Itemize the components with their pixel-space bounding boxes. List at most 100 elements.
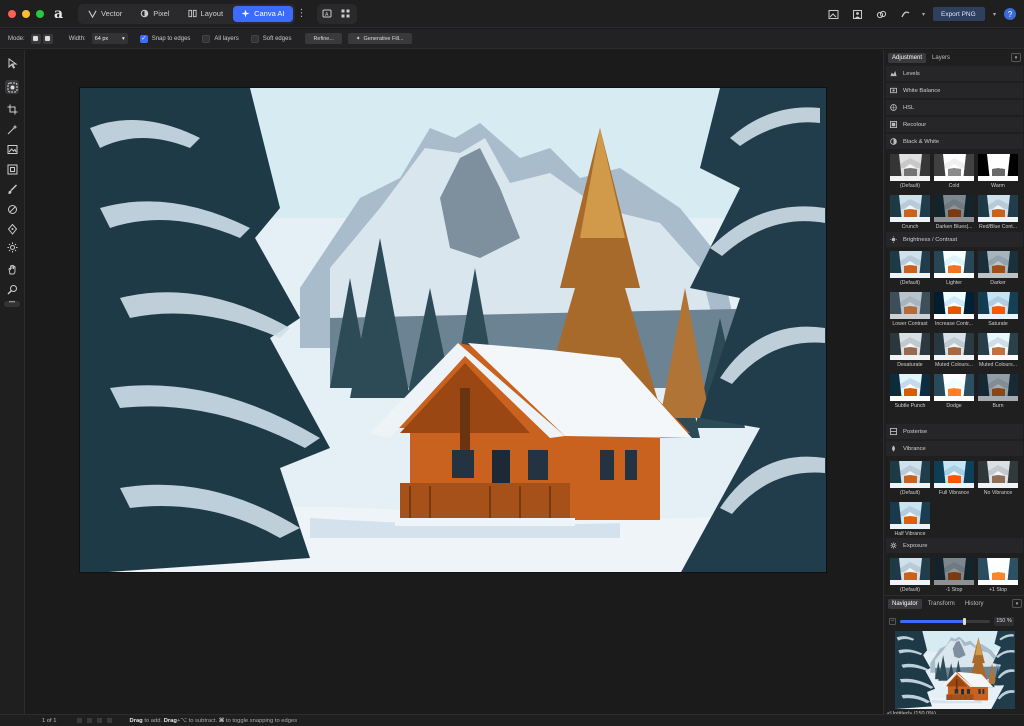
chevron-down-icon[interactable]: ▾ [922, 11, 925, 18]
levels-icon [890, 70, 897, 77]
persona-pixel-button[interactable]: Pixel [132, 6, 177, 22]
adjustment-hsl[interactable]: HSL [886, 100, 1023, 115]
preset-tile[interactable]: Muted Colours... [934, 333, 974, 368]
all-layers-checkbox[interactable]: All layers [202, 34, 239, 43]
mode-new-selection-icon[interactable] [30, 33, 41, 44]
settings-gear-tool-icon[interactable] [5, 240, 19, 254]
adjustment-exposure[interactable]: Exposure [886, 538, 1023, 553]
app-logo-icon[interactable]: a [54, 7, 68, 21]
zoom-slider-handle[interactable] [962, 617, 966, 625]
adjustment-levels[interactable]: Levels [886, 66, 1023, 81]
portrait-icon[interactable] [850, 6, 866, 22]
preset-tile[interactable]: Darken Blues|... [934, 195, 974, 230]
tab-history[interactable]: History [961, 599, 988, 609]
page-nav [76, 718, 112, 723]
adjustment-recolour[interactable]: Recolour [886, 117, 1023, 132]
adjustment-brightness-contrast[interactable]: Brightness / Contrast [886, 232, 1023, 247]
generative-fill-button[interactable]: ✦ Generative Fill... [347, 33, 412, 44]
first-page-icon[interactable] [76, 718, 82, 723]
navigator-thumbnail[interactable] [895, 631, 1015, 709]
zoom-window-button[interactable] [36, 9, 44, 18]
hand-tool-icon[interactable] [5, 262, 19, 276]
preset-tile[interactable]: (Default) [890, 461, 930, 496]
preset-tile[interactable]: Lighter [934, 251, 974, 286]
width-input[interactable]: 64 px ▾ [91, 33, 128, 44]
selection-brush-tool-icon[interactable] [5, 80, 19, 94]
refine-button[interactable]: Refine... [305, 33, 342, 44]
mode-add-selection-icon[interactable] [42, 33, 53, 44]
export-options-chevron-icon[interactable]: ▾ [993, 11, 996, 18]
preset-thumbnail [934, 251, 974, 278]
preset-tile[interactable]: Lower Contrast [890, 292, 930, 327]
close-window-button[interactable] [8, 9, 16, 18]
soft-edges-checkbox[interactable]: Soft edges [250, 34, 291, 43]
brush-tool-icon[interactable] [5, 182, 19, 196]
zoom-value[interactable]: 150 % [994, 616, 1014, 626]
document-canvas[interactable] [26, 50, 882, 714]
preset-tile[interactable]: Burn [978, 374, 1018, 409]
grid-snap-icon[interactable] [339, 7, 353, 21]
more-menu-icon[interactable]: ⋮ [297, 8, 307, 19]
zoom-slider[interactable] [900, 617, 990, 625]
next-page-icon[interactable] [96, 718, 102, 723]
preset-tile[interactable]: Increase Contr... [934, 292, 974, 327]
preset-tile[interactable]: Crunch [890, 195, 930, 230]
preset-tile[interactable]: Cold [934, 154, 974, 189]
preset-tile[interactable]: Desaturate [890, 333, 930, 368]
adjustment-black-white[interactable]: Black & White [886, 134, 1023, 149]
preset-tile[interactable]: Red/Blue Cont... [978, 195, 1018, 230]
snap-to-edges-checkbox[interactable]: ✓ Snap to edges [139, 34, 190, 43]
navigator-menu-chevron-icon[interactable]: ▾ [1012, 599, 1022, 608]
persona-canva-ai-button[interactable]: Canva AI [233, 5, 293, 22]
preset-tile[interactable]: (Default) [890, 558, 930, 593]
prev-page-icon[interactable] [86, 718, 92, 723]
export-png-button[interactable]: Export PNG [932, 7, 985, 21]
preset-tile[interactable]: Warm [978, 154, 1018, 189]
frame-tool-icon[interactable] [5, 162, 19, 176]
minimize-window-button[interactable] [22, 9, 30, 18]
adjustment-posterise[interactable]: Posterise [886, 424, 1023, 439]
preset-tile[interactable]: Half Vibrance [890, 502, 930, 537]
zoom-tool-icon[interactable] [5, 282, 19, 296]
move-tool-icon[interactable] [5, 56, 19, 70]
preset-tile[interactable]: Saturate [978, 292, 1018, 327]
adjustment-vibrance[interactable]: Vibrance [886, 441, 1023, 456]
preset-tile[interactable]: Darker [978, 251, 1018, 286]
black-white-icon [890, 138, 897, 145]
preset-tile[interactable]: (Default) [890, 154, 930, 189]
preset-tile[interactable]: Muted Colours... [978, 333, 1018, 368]
image-adjust-tool-icon[interactable] [5, 142, 19, 156]
zoom-out-icon[interactable]: − [889, 617, 896, 625]
share-swirl-icon[interactable] [898, 6, 914, 22]
help-icon[interactable]: ? [1004, 8, 1016, 20]
assets-icon[interactable]: A [321, 7, 335, 21]
preset-tile[interactable]: Full Vibrance [934, 461, 974, 496]
preset-tile[interactable]: (Default) [890, 251, 930, 286]
preset-tile[interactable]: -1 Stop [934, 558, 974, 593]
pen-tool-icon[interactable] [5, 222, 19, 236]
tab-navigator[interactable]: Navigator [888, 599, 922, 609]
preset-tile[interactable]: No Vibrance [978, 461, 1018, 496]
tab-transform[interactable]: Transform [924, 599, 959, 609]
image-icon[interactable] [826, 6, 842, 22]
link-icon[interactable] [874, 6, 890, 22]
width-stepper-icon[interactable]: ▾ [122, 36, 125, 42]
persona-vector-button[interactable]: Vector [80, 6, 130, 22]
persona-layout-button[interactable]: Layout [180, 6, 232, 22]
checkmark-icon: ✓ [139, 34, 148, 43]
tab-layers[interactable]: Layers [928, 53, 954, 63]
preset-thumbnail [934, 333, 974, 360]
crop-tool-icon[interactable] [5, 102, 19, 116]
preset-tile[interactable]: Dodge [934, 374, 974, 409]
more-tools-icon[interactable]: ••• [4, 300, 20, 307]
tab-adjustment[interactable]: Adjustment [888, 53, 927, 63]
eraser-tool-icon[interactable] [5, 202, 19, 216]
adjustment-white-balance[interactable]: White Balance [886, 83, 1023, 98]
preset-tile[interactable]: Subtle Punch [890, 374, 930, 409]
snowy-cabin-photo[interactable] [79, 87, 827, 573]
panel-menu-chevron-icon[interactable]: ▾ [1011, 53, 1021, 62]
preset-tile[interactable]: +1 Stop [978, 558, 1018, 593]
magic-wand-tool-icon[interactable] [5, 122, 19, 136]
refine-label: Refine... [313, 35, 334, 42]
last-page-icon[interactable] [106, 718, 112, 723]
